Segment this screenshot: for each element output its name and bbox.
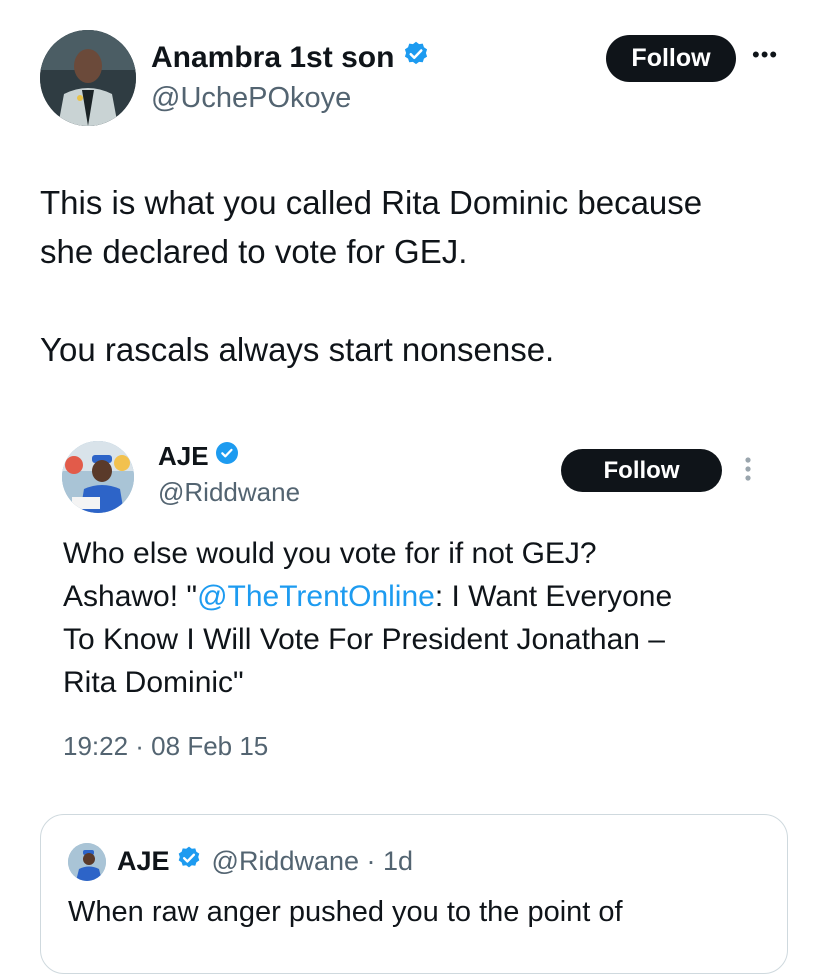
follow-button[interactable]: Follow <box>606 35 736 82</box>
verified-badge-icon <box>215 441 239 472</box>
quote-author-avatar[interactable] <box>68 843 106 881</box>
author-avatar[interactable] <box>40 30 136 126</box>
embedded-more-options-icon[interactable] <box>744 456 752 482</box>
tweet-text: This is what you called Rita Dominic bec… <box>40 184 703 368</box>
author-name[interactable]: Anambra 1st son <box>151 41 394 75</box>
embedded-text-line: Ashawo! "@TheTrentOnline: I Want Everyon… <box>63 575 783 618</box>
embedded-author-handle[interactable]: @Riddwane <box>158 477 300 508</box>
verified-badge-icon <box>402 40 430 76</box>
quote-author-name[interactable]: AJE <box>117 846 170 877</box>
embedded-text-line: To Know I Will Vote For President Jonath… <box>63 623 665 656</box>
embedded-tweet-text: Who else would you vote for if not GEJ? … <box>63 532 783 704</box>
embedded-follow-button[interactable]: Follow <box>561 449 722 492</box>
embedded-author-name[interactable]: AJE <box>158 441 209 472</box>
author-name-row[interactable]: Anambra 1st son <box>151 40 430 76</box>
embedded-text-segment: Ashawo! " <box>63 580 198 613</box>
more-options-icon[interactable]: ••• <box>752 42 778 68</box>
author-handle[interactable]: @UchePOkoye <box>151 82 351 115</box>
embedded-author-avatar[interactable] <box>62 441 134 513</box>
embedded-text-line: Who else would you vote for if not GEJ? <box>63 537 597 570</box>
embedded-author-name-row[interactable]: AJE <box>158 441 239 472</box>
embedded-text-line: Rita Dominic" <box>63 666 244 699</box>
embedded-text-segment: : I Want Everyone <box>434 580 673 613</box>
quote-handle-time: @Riddwane · 1d <box>211 846 414 876</box>
embedded-timestamp[interactable]: 19:22 · 08 Feb 15 <box>63 731 268 762</box>
quote-author-row[interactable]: AJE @Riddwane · 1d <box>117 845 413 878</box>
quote-card[interactable] <box>40 814 788 974</box>
quote-text: When raw anger pushed you to the point o… <box>68 896 623 928</box>
verified-badge-icon <box>176 845 202 878</box>
mention-link[interactable]: @TheTrentOnline <box>197 580 435 613</box>
